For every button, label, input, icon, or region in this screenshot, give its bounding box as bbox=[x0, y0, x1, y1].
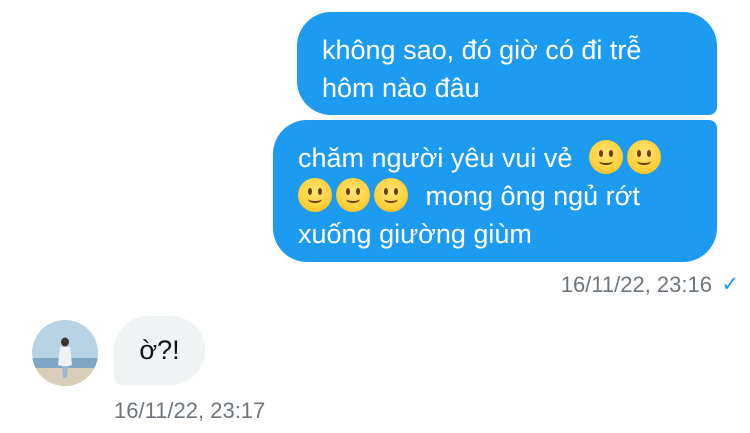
smiling-face-emoji-icon bbox=[298, 178, 332, 212]
smiling-face-emoji-icon bbox=[374, 178, 408, 212]
smiling-face-emoji-icon bbox=[336, 178, 370, 212]
avatar[interactable] bbox=[32, 320, 98, 386]
message-line: chăm người yêu vui vẻ bbox=[298, 139, 699, 177]
message-line: xuống giường giùm bbox=[298, 219, 532, 249]
smiling-face-emoji-icon bbox=[588, 140, 623, 174]
sent-message-bubble[interactable]: chăm người yêu vui vẻ mong ông ngủ rớt x… bbox=[273, 120, 717, 262]
message-text: chăm người yêu vui vẻ bbox=[298, 143, 573, 173]
smiling-face-emoji-icon bbox=[626, 140, 661, 174]
message-text: mong ông ngủ rớt bbox=[425, 181, 640, 211]
received-message-bubble[interactable]: ờ?! bbox=[114, 316, 205, 385]
checkmark-icon: ✓ bbox=[721, 273, 739, 296]
message-timestamp: 16/11/22, 23:16 bbox=[560, 272, 712, 297]
message-line: hôm nào đâu bbox=[322, 73, 480, 103]
message-timestamp: 16/11/22, 23:17 bbox=[114, 398, 266, 423]
message-line: không sao, đó giờ có đi trễ bbox=[322, 35, 642, 65]
sent-message-bubble[interactable]: không sao, đó giờ có đi trễ hôm nào đâu bbox=[297, 12, 717, 115]
avatar-photo bbox=[32, 320, 98, 386]
message-text: ờ?! bbox=[139, 335, 180, 365]
message-line: mong ông ngủ rớt bbox=[298, 177, 699, 215]
